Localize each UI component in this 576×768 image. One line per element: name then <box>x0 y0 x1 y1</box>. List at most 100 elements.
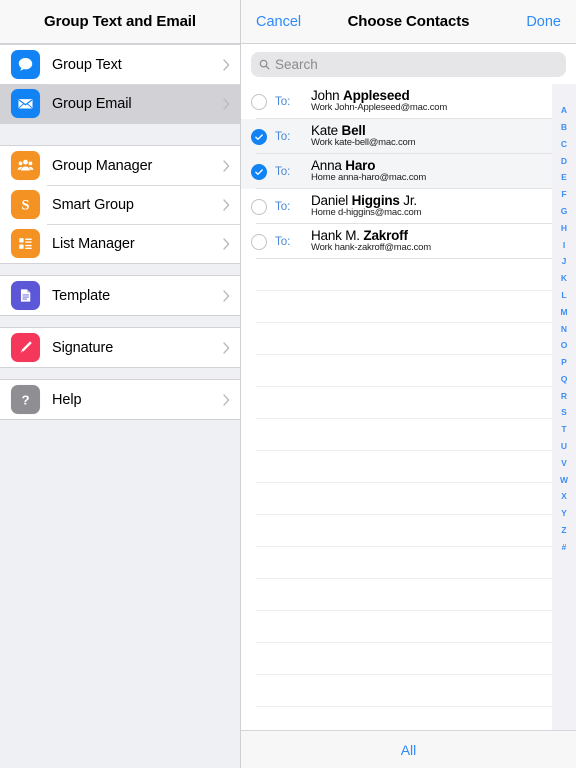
contact-to-label[interactable]: To: <box>275 236 311 248</box>
index-letter[interactable]: V <box>552 455 576 472</box>
search-icon <box>259 59 270 70</box>
empty-list-row <box>241 675 576 707</box>
contact-text: Anna Haro Home anna-haro@mac.com <box>311 159 576 183</box>
chevron-right-icon <box>223 289 230 302</box>
checkmark-icon[interactable] <box>251 163 267 180</box>
sidebar-item-label: Signature <box>52 339 114 356</box>
empty-list-row <box>241 291 576 323</box>
index-letter[interactable]: J <box>552 253 576 270</box>
index-letter[interactable]: Z <box>552 522 576 539</box>
radio-unchecked-icon[interactable] <box>251 93 267 110</box>
cancel-button[interactable]: Cancel <box>256 14 301 30</box>
sidebar-header: Group Text and Email <box>0 0 240 44</box>
index-letter[interactable]: W <box>552 472 576 489</box>
index-letter[interactable]: U <box>552 438 576 455</box>
chevron-right-icon <box>223 393 230 406</box>
sidebar-item-group-text[interactable]: Group Text <box>0 45 240 84</box>
index-letter[interactable]: N <box>552 320 576 337</box>
sidebar-item-label: Group Text <box>52 56 122 73</box>
sidebar-item-label: Group Manager <box>52 157 153 174</box>
contact-detail: Work kate-bell@mac.com <box>311 136 416 148</box>
sidebar-item-signature[interactable]: Signature <box>0 328 240 367</box>
index-letter[interactable]: B <box>552 119 576 136</box>
index-letter[interactable]: X <box>552 488 576 505</box>
empty-list-row <box>241 323 576 355</box>
sidebar-item-label: Group Email <box>52 95 132 112</box>
done-button[interactable]: Done <box>526 14 561 30</box>
contact-row[interactable]: To: Hank M. Zakroff Work hank-zakroff@mac.… <box>241 224 576 259</box>
index-letter[interactable]: S <box>552 404 576 421</box>
contact-detail: Home anna-haro@mac.com <box>311 171 427 183</box>
empty-list-row <box>241 419 576 451</box>
index-letter[interactable]: C <box>552 136 576 153</box>
index-letter[interactable]: K <box>552 270 576 287</box>
index-letter[interactable]: T <box>552 421 576 438</box>
contact-to-label[interactable]: To: <box>275 131 311 143</box>
contact-detail: Work hank-zakroff@mac.com <box>311 241 431 253</box>
empty-list-row <box>241 643 576 675</box>
all-filter-button[interactable]: All <box>401 742 417 758</box>
contacts-list: To: John Appleseed Work John-Appleseed@mac… <box>241 84 576 730</box>
radio-unchecked-icon[interactable] <box>251 233 267 250</box>
sidebar-item-help[interactable]: ? Help <box>0 380 240 419</box>
chevron-right-icon <box>223 97 230 110</box>
sidebar-item-group-email[interactable]: Group Email <box>0 84 240 123</box>
chevron-right-icon <box>223 58 230 71</box>
sidebar-item-template[interactable]: Template <box>0 276 240 315</box>
search-box[interactable] <box>251 52 566 77</box>
svg-text:?: ? <box>21 393 29 408</box>
index-letter[interactable]: M <box>552 304 576 321</box>
document-icon <box>11 281 40 310</box>
index-letter[interactable]: D <box>552 152 576 169</box>
contact-text: Kate Bell Work kate-bell@mac.com <box>311 124 576 148</box>
panel-header: Choose Contacts Cancel Done <box>241 0 576 44</box>
index-letter[interactable]: P <box>552 354 576 371</box>
contact-row[interactable]: To: Daniel Higgins Jr. Home d-higgins@mac.… <box>241 189 576 224</box>
sidebar-item-list-manager[interactable]: List Manager <box>0 224 240 263</box>
radio-unchecked-icon[interactable] <box>251 198 267 215</box>
contact-detail: Home d-higgins@mac.com <box>311 206 422 218</box>
contact-row[interactable]: To: Kate Bell Work kate-bell@mac.com <box>241 119 576 154</box>
contact-to-label[interactable]: To: <box>275 166 311 178</box>
svg-text:S: S <box>22 197 30 213</box>
index-letter[interactable]: O <box>552 337 576 354</box>
sidebar: Group Text and Email Group Text Group Ema… <box>0 0 241 768</box>
contact-to-label[interactable]: To: <box>275 96 311 108</box>
empty-list-row <box>241 355 576 387</box>
index-letter[interactable]: G <box>552 203 576 220</box>
index-letter[interactable]: E <box>552 169 576 186</box>
contact-row[interactable]: To: Anna Haro Home anna-haro@mac.com <box>241 154 576 189</box>
sidebar-section: Template <box>0 275 240 316</box>
contact-row[interactable]: To: John Appleseed Work John-Appleseed@mac… <box>241 84 576 119</box>
sidebar-item-group-manager[interactable]: Group Manager <box>0 146 240 185</box>
app-root: Group Text and Email Group Text Group Ema… <box>0 0 576 768</box>
alphabet-index[interactable]: A B C D E F G H I J K L M N O P Q R S T U V W X Y Z # <box>552 84 576 730</box>
envelope-icon <box>11 89 40 118</box>
sidebar-item-label: Help <box>52 391 82 408</box>
sidebar-section: Signature <box>0 327 240 368</box>
empty-list-row <box>241 259 576 291</box>
contact-text: Hank M. Zakroff Work hank-zakroff@mac.com <box>311 229 576 253</box>
contact-text: Daniel Higgins Jr. Home d-higgins@mac.com <box>311 194 576 218</box>
index-letter[interactable]: L <box>552 287 576 304</box>
page-title: Group Text and Email <box>44 13 196 30</box>
chevron-right-icon <box>223 341 230 354</box>
index-letter[interactable]: F <box>552 186 576 203</box>
question-mark-icon: ? <box>11 385 40 414</box>
index-letter[interactable]: # <box>552 539 576 556</box>
contact-text: John Appleseed Work John-Appleseed@mac.co… <box>311 89 576 113</box>
search-input[interactable] <box>275 57 558 72</box>
index-letter[interactable]: I <box>552 236 576 253</box>
checkmark-icon[interactable] <box>251 128 267 145</box>
index-letter[interactable]: R <box>552 388 576 405</box>
index-letter[interactable]: A <box>552 102 576 119</box>
index-letter[interactable]: Q <box>552 371 576 388</box>
chevron-right-icon <box>223 159 230 172</box>
contact-to-label[interactable]: To: <box>275 201 311 213</box>
index-letter[interactable]: H <box>552 220 576 237</box>
panel-footer: All <box>241 730 576 768</box>
empty-list-row <box>241 547 576 579</box>
sidebar-section-gap <box>0 316 240 327</box>
sidebar-item-smart-group[interactable]: S Smart Group <box>0 185 240 224</box>
index-letter[interactable]: Y <box>552 505 576 522</box>
